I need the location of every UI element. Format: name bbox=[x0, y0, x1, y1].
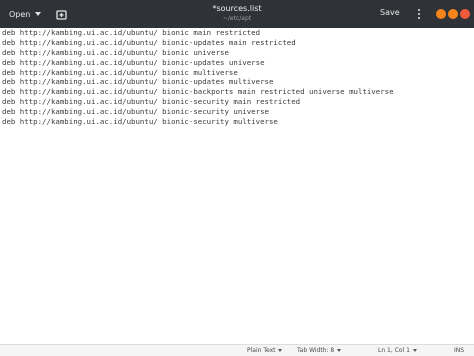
text-line: deb http://kambing.ui.ac.id/ubuntu/ bion… bbox=[2, 47, 229, 57]
document-title: *sources.list bbox=[212, 4, 262, 13]
window-title-box: *sources.list ~/etc/apt bbox=[187, 3, 287, 23]
open-button[interactable]: Open bbox=[9, 6, 42, 22]
language-selector[interactable]: Plain Text bbox=[247, 347, 283, 354]
text-line: deb http://kambing.ui.ac.id/ubuntu/ bion… bbox=[2, 67, 238, 77]
gedit-window: Open *sources.list ~/etc/apt Save deb ht… bbox=[0, 0, 474, 356]
chevron-down-icon bbox=[35, 12, 42, 16]
text-line: deb http://kambing.ui.ac.id/ubuntu/ bion… bbox=[2, 77, 274, 87]
language-label: Plain Text bbox=[247, 347, 276, 354]
status-bar: Plain Text Tab Width: 8 Ln 1, Col 1 INS bbox=[0, 344, 474, 356]
insert-mode-indicator: INS bbox=[454, 347, 465, 354]
maximize-button[interactable] bbox=[448, 9, 458, 19]
chevron-down-icon bbox=[337, 349, 342, 352]
tab-width-selector[interactable]: Tab Width: 8 bbox=[297, 347, 342, 354]
text-line: deb http://kambing.ui.ac.id/ubuntu/ bion… bbox=[2, 28, 261, 37]
text-line: deb http://kambing.ui.ac.id/ubuntu/ bion… bbox=[2, 37, 296, 47]
text-line: deb http://kambing.ui.ac.id/ubuntu/ bion… bbox=[2, 57, 265, 67]
text-editor-area[interactable]: deb http://kambing.ui.ac.id/ubuntu/ bion… bbox=[0, 28, 474, 344]
open-button-label: Open bbox=[9, 9, 31, 19]
tab-width-label: Tab Width: 8 bbox=[297, 347, 335, 354]
header-bar: Open *sources.list ~/etc/apt Save bbox=[0, 0, 474, 28]
text-line: deb http://kambing.ui.ac.id/ubuntu/ bion… bbox=[2, 107, 269, 117]
save-button[interactable]: Save bbox=[380, 8, 400, 17]
minimize-button[interactable] bbox=[436, 9, 446, 19]
new-document-icon bbox=[55, 9, 67, 20]
document-path: ~/etc/apt bbox=[222, 15, 252, 22]
new-document-button[interactable] bbox=[54, 7, 68, 21]
chevron-down-icon bbox=[278, 349, 283, 352]
text-line: deb http://kambing.ui.ac.id/ubuntu/ bion… bbox=[2, 97, 301, 107]
chevron-down-icon bbox=[412, 349, 417, 352]
menu-button[interactable] bbox=[416, 7, 422, 21]
cursor-position-label: Ln 1, Col 1 bbox=[378, 347, 410, 354]
text-line: deb http://kambing.ui.ac.id/ubuntu/ bion… bbox=[2, 87, 394, 97]
kebab-menu-icon bbox=[418, 9, 420, 11]
close-button[interactable] bbox=[460, 9, 470, 19]
text-line: deb http://kambing.ui.ac.id/ubuntu/ bion… bbox=[2, 117, 278, 127]
cursor-position-selector[interactable]: Ln 1, Col 1 bbox=[378, 347, 417, 354]
